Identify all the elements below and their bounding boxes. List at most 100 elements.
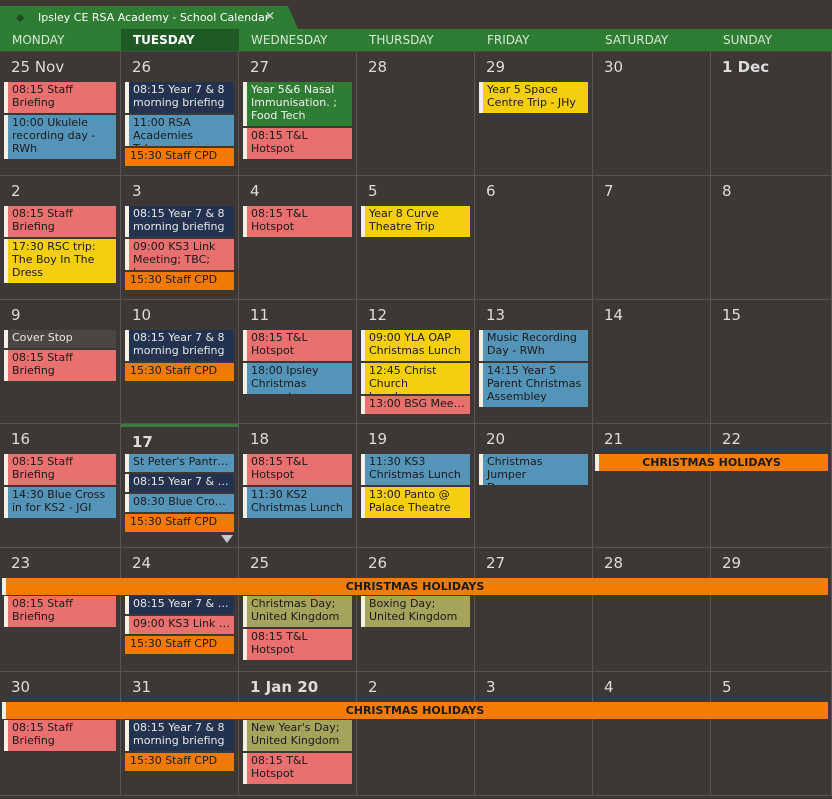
calendar-event[interactable]: 08:15 Staff Briefing: [4, 206, 116, 237]
calendar-event[interactable]: 08:15 Year 7 & 8 …: [125, 474, 234, 492]
calendar-event[interactable]: St Peter's Pantry …: [125, 454, 234, 472]
date-label[interactable]: 11: [250, 306, 269, 324]
date-label[interactable]: 5: [722, 678, 732, 696]
date-label[interactable]: 7: [604, 182, 614, 200]
date-label[interactable]: 27: [250, 58, 269, 76]
day-cell[interactable]: 11: [239, 300, 357, 424]
calendar-event[interactable]: 09:00 YLA OAP Christmas Lunch: [361, 330, 470, 361]
holiday-banner[interactable]: CHRISTMAS HOLIDAYS: [2, 702, 828, 719]
day-cell[interactable]: 8: [711, 176, 832, 300]
date-label[interactable]: 12: [368, 306, 387, 324]
date-label[interactable]: 2: [368, 678, 378, 696]
calendar-event[interactable]: 14:15 Year 5 Parent Christmas Assembley: [479, 363, 588, 407]
calendar-event[interactable]: Year 5 Space Centre Trip - JHy: [479, 82, 588, 113]
calendar-event[interactable]: 08:15 T&L Hotspot: [243, 629, 352, 660]
date-label[interactable]: 17: [132, 433, 153, 451]
calendar-event[interactable]: 08:15 Staff Briefing: [4, 454, 116, 485]
date-label[interactable]: 4: [250, 182, 260, 200]
calendar-event[interactable]: 08:30 Blue Cross…: [125, 494, 234, 512]
calendar-tab[interactable]: ◆ Ipsley CE RSA Academy - School Calenda…: [0, 6, 298, 29]
date-label[interactable]: 3: [486, 678, 496, 696]
day-cell[interactable]: 29: [711, 548, 832, 672]
calendar-event[interactable]: 09:00 KS3 Link Meeting; TBC; Ip…: [125, 239, 234, 270]
calendar-event[interactable]: 18:00 Ipsley Christmas concert: [243, 363, 352, 394]
date-label[interactable]: 26: [368, 554, 387, 572]
date-label[interactable]: 28: [368, 58, 387, 76]
day-cell[interactable]: 4: [239, 176, 357, 300]
day-cell[interactable]: 18: [239, 424, 357, 548]
calendar-event[interactable]: 08:15 Staff Briefing: [4, 720, 116, 751]
calendar-event[interactable]: Cover Stop: [4, 330, 116, 348]
date-label[interactable]: 6: [486, 182, 496, 200]
day-cell[interactable]: 20: [475, 424, 593, 548]
date-label[interactable]: 29: [722, 554, 741, 572]
calendar-event[interactable]: 11:30 KS3 Christmas Lunch: [361, 454, 470, 485]
close-icon[interactable]: ✕: [265, 9, 275, 23]
date-label[interactable]: 26: [132, 58, 151, 76]
calendar-event[interactable]: 08:15 Staff Briefing: [4, 350, 116, 381]
calendar-event[interactable]: 13:00 BSG Meeti…: [361, 396, 470, 414]
day-cell[interactable]: 19: [357, 424, 475, 548]
day-cell[interactable]: 7: [593, 176, 711, 300]
date-label[interactable]: 22: [722, 430, 741, 448]
calendar-event[interactable]: 08:15 Year 7 & 8 morning briefing: [125, 330, 234, 361]
date-label[interactable]: 31: [132, 678, 151, 696]
date-label[interactable]: 28: [604, 554, 623, 572]
day-cell[interactable]: 27: [475, 548, 593, 672]
date-label[interactable]: 25 Nov: [11, 58, 64, 76]
day-cell[interactable]: 2: [357, 672, 475, 796]
calendar-event[interactable]: 11:30 KS2 Christmas Lunch: [243, 487, 352, 518]
date-label[interactable]: 5: [368, 182, 378, 200]
date-label[interactable]: 21: [604, 430, 623, 448]
day-cell[interactable]: 28: [593, 548, 711, 672]
day-cell[interactable]: 14: [593, 300, 711, 424]
calendar-event[interactable]: 10:00 Ukulele recording day - RWh: [4, 115, 116, 159]
day-cell[interactable]: 1 Dec: [711, 52, 832, 176]
day-cell[interactable]: 30: [593, 52, 711, 176]
calendar-event[interactable]: 08:15 Year 7 & 8 …: [125, 596, 234, 614]
calendar-event[interactable]: 11:00 RSA Academies Take…: [125, 115, 234, 146]
date-label[interactable]: 9: [11, 306, 21, 324]
date-label[interactable]: 13: [486, 306, 505, 324]
date-label[interactable]: 29: [486, 58, 505, 76]
calendar-event[interactable]: 15:30 Staff CPD: [125, 148, 234, 166]
calendar-event[interactable]: 15:30 Staff CPD: [125, 272, 234, 290]
date-label[interactable]: 8: [722, 182, 732, 200]
calendar-event[interactable]: Christmas Day; United Kingdom: [243, 596, 352, 627]
day-cell[interactable]: 22: [711, 424, 832, 548]
calendar-event[interactable]: 15:30 Staff CPD: [125, 636, 234, 654]
date-label[interactable]: 23: [11, 554, 30, 572]
date-label[interactable]: 2: [11, 182, 21, 200]
date-label[interactable]: 25: [250, 554, 269, 572]
calendar-event[interactable]: 14:30 Blue Cross in for KS2 - JGI: [4, 487, 116, 518]
calendar-event[interactable]: 17:30 RSC trip: The Boy In The Dress: [4, 239, 116, 283]
date-label[interactable]: 1 Dec: [722, 58, 769, 76]
day-cell[interactable]: 21: [593, 424, 711, 548]
calendar-event[interactable]: 15:30 Staff CPD: [125, 753, 234, 771]
calendar-event[interactable]: 08:15 Staff Briefing: [4, 596, 116, 627]
date-label[interactable]: 14: [604, 306, 623, 324]
date-label[interactable]: 10: [132, 306, 151, 324]
date-label[interactable]: 20: [486, 430, 505, 448]
date-label[interactable]: 16: [11, 430, 30, 448]
date-label[interactable]: 1 Jan 20: [250, 678, 318, 696]
calendar-event[interactable]: Year 5&6 Nasal Immunisation. ; Food Tech: [243, 82, 352, 126]
day-cell[interactable]: 28: [357, 52, 475, 176]
date-label[interactable]: 19: [368, 430, 387, 448]
calendar-event[interactable]: 08:15 T&L Hotspot: [243, 330, 352, 361]
day-cell[interactable]: 4: [593, 672, 711, 796]
calendar-event[interactable]: 08:15 Year 7 & 8 morning briefing: [125, 720, 234, 751]
day-cell[interactable]: 5: [357, 176, 475, 300]
day-cell[interactable]: 10: [121, 300, 239, 424]
calendar-event[interactable]: 09:00 KS3 Link M…: [125, 616, 234, 634]
calendar-event[interactable]: Boxing Day; United Kingdom: [361, 596, 470, 627]
day-cell[interactable]: 29: [475, 52, 593, 176]
calendar-event[interactable]: 08:15 T&L Hotspot: [243, 206, 352, 237]
date-label[interactable]: 27: [486, 554, 505, 572]
date-label[interactable]: 4: [604, 678, 614, 696]
day-cell[interactable]: 15: [711, 300, 832, 424]
calendar-event[interactable]: 15:30 Staff CPD: [125, 514, 234, 532]
day-cell[interactable]: 5: [711, 672, 832, 796]
date-label[interactable]: 18: [250, 430, 269, 448]
calendar-event[interactable]: 08:15 Staff Briefing: [4, 82, 116, 113]
